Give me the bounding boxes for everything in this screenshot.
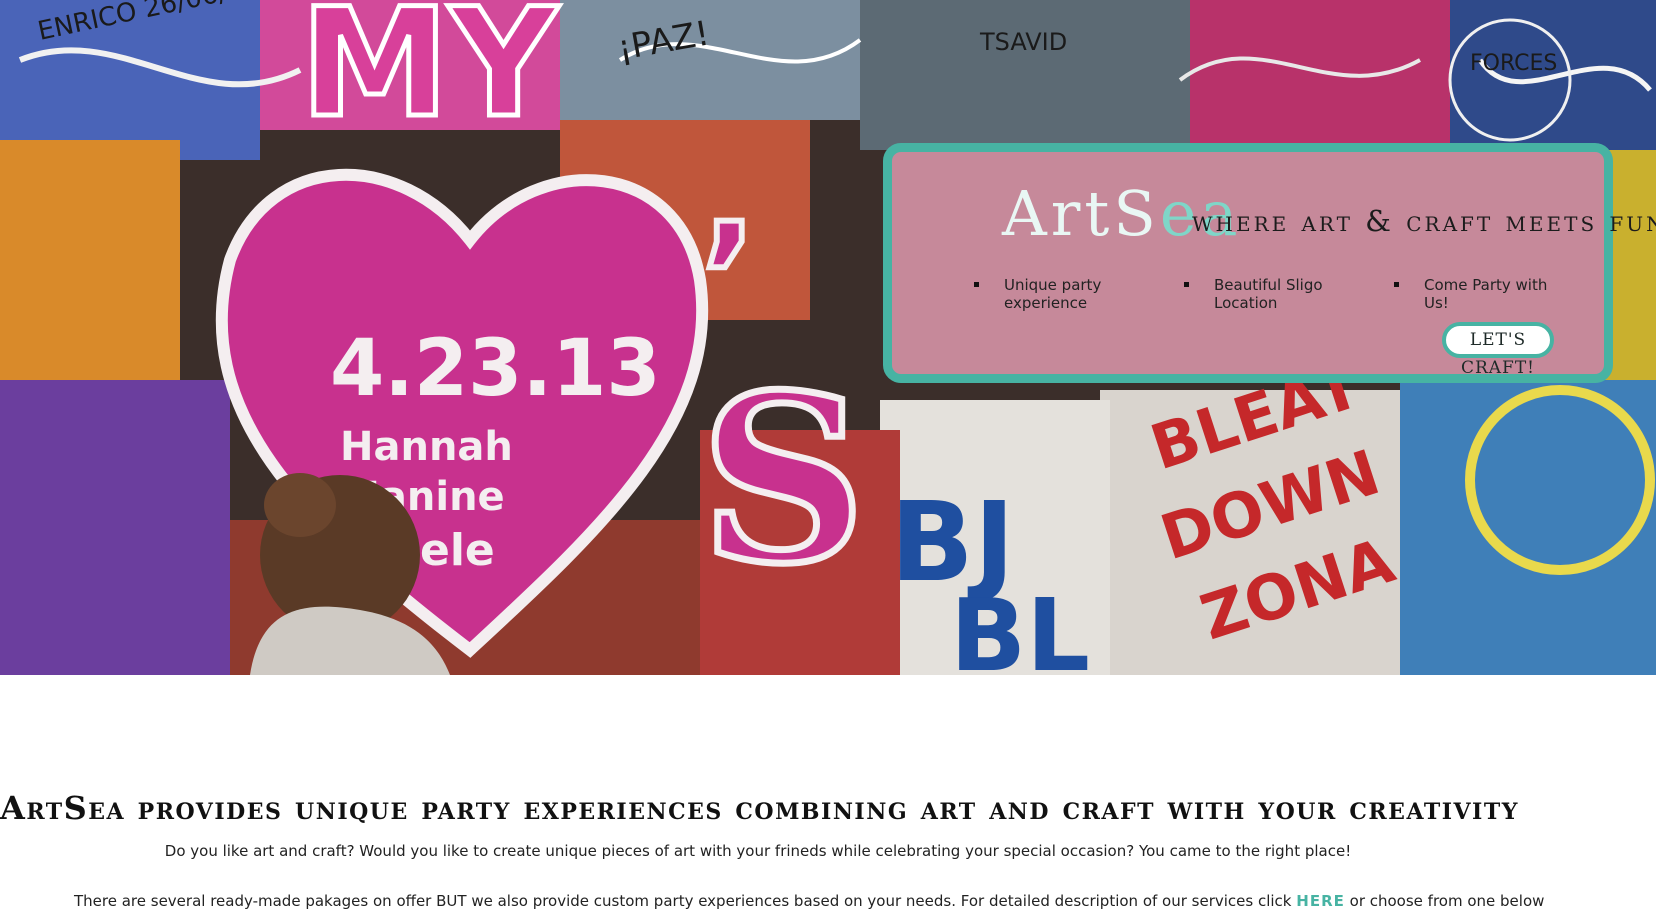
here-link[interactable]: HERE bbox=[1296, 892, 1345, 910]
svg-text:ele: ele bbox=[420, 525, 495, 576]
feature-item: Unique party experience bbox=[974, 276, 1144, 312]
feature-item: Beautiful Sligo Location bbox=[1184, 276, 1354, 312]
brand-row: ArtSea where art & craft meets fun bbox=[892, 174, 1656, 254]
feature-label: Come Party with Us! bbox=[1424, 276, 1548, 312]
hero-banner: MY 4.23.13 Hannah Janine ele S ’ BLEAT D… bbox=[0, 0, 1656, 675]
bullet-icon bbox=[1394, 282, 1399, 287]
svg-text:S: S bbox=[700, 345, 866, 615]
feature-label: Beautiful Sligo Location bbox=[1214, 276, 1323, 312]
tagline: where art & craft meets fun bbox=[1192, 204, 1656, 238]
bullet-icon bbox=[974, 282, 979, 287]
packages-paragraph: There are several ready-made pakages on … bbox=[74, 892, 1544, 910]
packages-text-end: or choose from one below bbox=[1344, 892, 1545, 910]
brand-logo-art: ArtS bbox=[1002, 177, 1160, 250]
feature-label: Unique party experience bbox=[1004, 276, 1102, 312]
svg-text:MY: MY bbox=[300, 0, 560, 151]
svg-text:4.23.13: 4.23.13 bbox=[330, 324, 661, 414]
intro-paragraph: Do you like art and craft? Would you lik… bbox=[164, 842, 1352, 860]
packages-text: There are several ready-made pakages on … bbox=[74, 892, 1297, 910]
bullet-icon bbox=[1184, 282, 1189, 287]
svg-text:BL: BL bbox=[950, 577, 1090, 675]
svg-text:’: ’ bbox=[700, 192, 757, 366]
lets-craft-button[interactable]: LET'S CRAFT! bbox=[1442, 322, 1554, 378]
section-heading: ArtSea provides unique party experiences… bbox=[0, 788, 1519, 827]
svg-text:TSAVID: TSAVID bbox=[979, 28, 1067, 56]
hero-card: ArtSea where art & craft meets fun Uniqu… bbox=[883, 143, 1656, 383]
svg-text:FORCES: FORCES bbox=[1470, 51, 1557, 76]
svg-text:Hannah: Hannah bbox=[340, 424, 513, 470]
feature-item: Come Party with Us! bbox=[1394, 276, 1564, 312]
